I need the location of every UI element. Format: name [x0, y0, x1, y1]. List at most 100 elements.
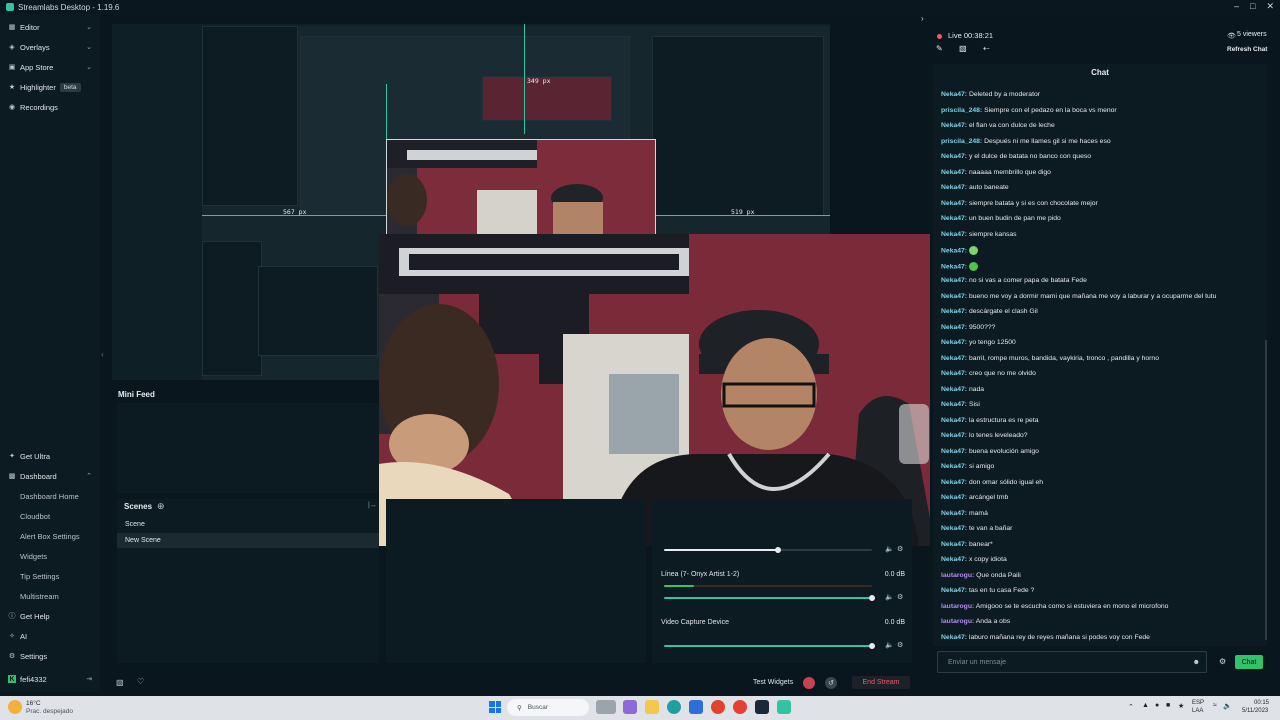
speaker-icon[interactable]: 🔈: [885, 641, 894, 649]
volume-icon[interactable]: 🔈: [1223, 702, 1232, 710]
sidebar-item-multistream[interactable]: Multistream: [0, 587, 100, 605]
app-store-icon: ▣: [8, 64, 16, 71]
scene-item-active[interactable]: New Scene: [117, 533, 379, 548]
chat-message: Neka47: un buen budin de pan me pido: [941, 215, 1061, 222]
collapse-scenes-icon[interactable]: |↔: [368, 502, 377, 509]
mini-feed-title: Mini Feed: [118, 390, 155, 399]
volume-slider-knob[interactable]: [869, 595, 875, 601]
chat-input[interactable]: Enviar un mensaje ☻: [937, 651, 1207, 673]
sidebar-item-dashboard[interactable]: ▩ Dashboard ⌃: [0, 467, 100, 485]
sidebar-user[interactable]: K fefi4332 ⇥: [0, 670, 100, 688]
opera-icon[interactable]: [711, 700, 725, 714]
sidebar-item-ai[interactable]: ✧ AI: [0, 627, 100, 645]
window-title: Streamlabs Desktop - 1.19.6: [18, 2, 120, 12]
streamlabs-taskbar-icon[interactable]: [777, 700, 791, 714]
minimize-icon[interactable]: –: [1234, 1, 1239, 12]
ai-icon: ✧: [9, 633, 15, 640]
chat-send-button[interactable]: Chat: [1235, 655, 1263, 669]
widgets-app-icon[interactable]: [596, 700, 616, 714]
maximize-icon[interactable]: □: [1250, 1, 1255, 12]
test-widgets-button[interactable]: Test Widgets: [753, 679, 793, 686]
gear-icon[interactable]: ⚙: [897, 641, 903, 649]
volume-slider-knob[interactable]: [775, 547, 781, 553]
add-scene-icon[interactable]: ⊕: [157, 501, 165, 512]
steam-icon[interactable]: [755, 700, 769, 714]
sidebar-item-widgets[interactable]: Widgets: [0, 547, 100, 565]
tray-app-icon[interactable]: ■: [1166, 702, 1170, 709]
collapse-sidebar-icon[interactable]: ‹: [101, 350, 104, 359]
chat-message: Neka47: Sisi: [941, 401, 980, 408]
notification-icon[interactable]: ♡: [137, 677, 144, 686]
file-explorer-icon[interactable]: [645, 700, 659, 714]
sidebar-item-app-store[interactable]: ▣ App Store ⌄: [0, 58, 100, 76]
chat-message: priscila_248: Después ni me llames gil s…: [941, 138, 1111, 145]
webcam-source-small[interactable]: [386, 139, 656, 235]
chat-message: Neka47: descárgate el clash Gil: [941, 308, 1038, 315]
share-icon[interactable]: ⇠: [983, 44, 990, 53]
sidebar-item-recordings[interactable]: ◉ Recordings: [0, 98, 100, 116]
taskbar-search[interactable]: ⚲ Buscar: [507, 699, 589, 716]
sidebar-item-dashboard-home[interactable]: Dashboard Home: [0, 487, 100, 505]
chat-scrollbar[interactable]: [1265, 340, 1267, 640]
chat-message: Neka47: laburo mañana rey de reyes mañan…: [941, 634, 1150, 641]
chat-settings-icon[interactable]: ⚙: [1219, 657, 1226, 666]
beta-badge: beta: [59, 82, 81, 92]
live-indicator: [937, 34, 942, 39]
scene-item[interactable]: Scene: [117, 517, 379, 532]
windows-start-icon[interactable]: [489, 701, 501, 713]
nested-sidebar: [202, 26, 298, 206]
sidebar-item-settings[interactable]: ⚙ Settings: [0, 647, 100, 665]
gear-icon[interactable]: ⚙: [897, 593, 903, 601]
tray-app-icon[interactable]: ★: [1178, 702, 1184, 710]
clock-date[interactable]: 5/11/2023: [1242, 708, 1268, 714]
volume-slider-knob[interactable]: [869, 643, 875, 649]
mini-feed: [117, 403, 379, 493]
dashboard-icon[interactable]: ▧: [959, 44, 967, 53]
sidebar-item-get-ultra[interactable]: ✦ Get Ultra: [0, 447, 100, 465]
sidebar-item-get-help[interactable]: ⓘ Get Help: [0, 607, 100, 625]
edit-icon[interactable]: ✎: [936, 44, 943, 53]
refresh-chat-button[interactable]: Refresh Chat: [1227, 46, 1267, 53]
sidebar-item-cloudbot[interactable]: Cloudbot: [0, 507, 100, 525]
overlays-icon: ◈: [9, 44, 15, 51]
keyboard-layout[interactable]: LAA: [1192, 708, 1203, 714]
chat-message: Neka47: lo tenes leveleado?: [941, 432, 1028, 439]
clock-time[interactable]: 00:15: [1254, 700, 1269, 706]
close-icon[interactable]: ✕: [1266, 1, 1274, 12]
emote-icon: [968, 262, 978, 271]
sidebar-item-editor[interactable]: ▦ Editor ⌄: [0, 18, 100, 36]
wifi-icon[interactable]: ≈: [1213, 702, 1217, 709]
copilot-icon[interactable]: [623, 700, 637, 714]
mixer-source-label: Línea (7- Onyx Artist 1-2): [661, 571, 740, 578]
end-stream-button[interactable]: End Stream: [852, 676, 910, 689]
chevron-down-icon: ⌄: [86, 64, 92, 71]
nested-chat: [652, 36, 824, 216]
record-button[interactable]: [803, 677, 815, 689]
chrome-icon[interactable]: [733, 700, 747, 714]
tray-app-icon[interactable]: ▲: [1142, 702, 1149, 709]
weather-icon[interactable]: [8, 700, 22, 714]
sidebar-item-alert-box-settings[interactable]: Alert Box Settings: [0, 527, 100, 545]
expand-dock-icon[interactable]: ›: [921, 14, 924, 23]
logout-icon[interactable]: ⇥: [86, 675, 92, 683]
weather-temp: 16°C: [26, 700, 41, 707]
editor-icon: ▦: [8, 24, 16, 31]
speaker-icon[interactable]: 🔈: [885, 545, 894, 553]
chat-message: Neka47: siempre kansas: [941, 231, 1017, 238]
mail-icon[interactable]: [689, 700, 703, 714]
speaker-icon[interactable]: 🔈: [885, 593, 894, 601]
tray-app-icon[interactable]: ●: [1155, 702, 1159, 709]
sidebar-item-tip-settings[interactable]: Tip Settings: [0, 567, 100, 585]
kick-logo-icon: K: [8, 675, 16, 683]
sidebar-item-overlays[interactable]: ◈ Overlays ⌄: [0, 38, 100, 56]
gear-icon[interactable]: ⚙: [897, 545, 903, 553]
chat-message: Neka47: arcángel tmb: [941, 494, 1009, 501]
chat-message: Neka47: x copy idiota: [941, 556, 1007, 563]
keyboard-lang[interactable]: ESP: [1192, 700, 1204, 706]
tray-chevron-icon[interactable]: ⌃: [1128, 703, 1134, 711]
replay-buffer-icon[interactable]: ↺: [825, 677, 837, 689]
sidebar-item-highlighter[interactable]: ★ Highlighter beta: [0, 78, 100, 96]
emote-picker-icon[interactable]: ☻: [1193, 659, 1200, 666]
edge-icon[interactable]: [667, 700, 681, 714]
performance-icon[interactable]: ▧: [116, 678, 124, 687]
